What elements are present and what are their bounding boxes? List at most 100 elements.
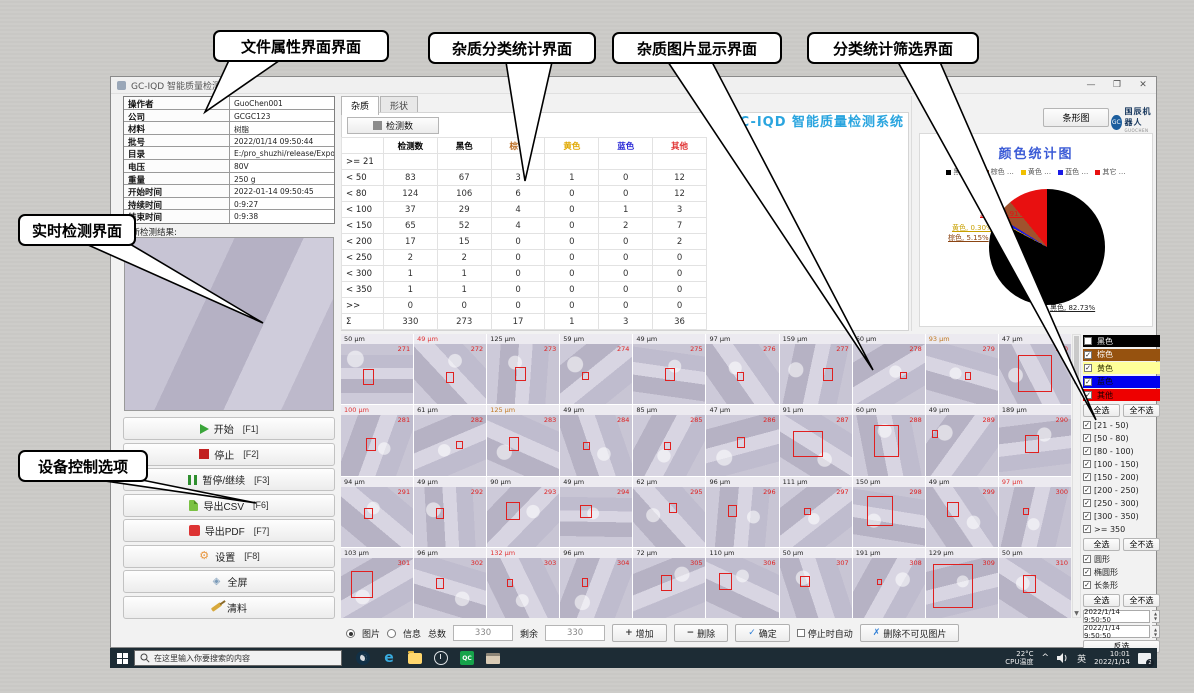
weather-taskbar-icon[interactable] [356, 651, 370, 665]
size-filter[interactable]: ✓[250 - 300) [1083, 497, 1160, 509]
size-filter[interactable]: ✓[150 - 200) [1083, 471, 1160, 483]
impurity-cell[interactable]: 50 μm307 [780, 548, 852, 618]
control-button-stop[interactable]: 停止[F2] [123, 443, 335, 466]
control-button-pdf[interactable]: 导出PDF[F7] [123, 519, 335, 542]
datetime-start-spinner[interactable]: ▲▼ [1152, 610, 1160, 623]
maximize-button[interactable]: ❐ [1104, 77, 1130, 93]
color-filter-row[interactable]: 黄色✓ [1083, 362, 1160, 374]
qc-app-icon[interactable]: QC [460, 651, 474, 665]
impurity-cell[interactable]: 125 μm273 [487, 334, 559, 404]
confirm-button[interactable]: ✓确定 [735, 624, 790, 642]
impurity-cell[interactable]: 62 μm295 [633, 477, 705, 547]
impurity-cell[interactable]: 49 μm289 [926, 405, 998, 475]
grid-scrollbar[interactable]: ▼ [1072, 334, 1081, 618]
auto-on-stop-checkbox[interactable]: ✓停止时自动 [797, 627, 853, 640]
impurity-cell[interactable]: 125 μm283 [487, 405, 559, 475]
color-filter-checkbox[interactable]: ✓ [1084, 351, 1092, 359]
shape-filter[interactable]: ✓椭圆形 [1083, 566, 1160, 578]
close-button[interactable]: ✕ [1130, 77, 1156, 93]
size-filter[interactable]: ✓[100 - 150) [1083, 458, 1160, 470]
cpu-temp-indicator[interactable]: 22°CCPU温度 [1005, 650, 1033, 666]
impurity-cell[interactable]: 97 μm300 [999, 477, 1071, 547]
impurity-cell[interactable]: 90 μm293 [487, 477, 559, 547]
color-filter-row[interactable]: 棕色✓ [1083, 349, 1160, 361]
impurity-cell[interactable]: 49 μm294 [560, 477, 632, 547]
scrollbar-down-arrow[interactable]: ▼ [1073, 610, 1080, 617]
size-filter-checkbox[interactable]: ✓ [1083, 460, 1091, 468]
datetime-start-field[interactable]: 2022/1/14 9:50:50 [1083, 610, 1150, 623]
info-radio[interactable] [387, 629, 396, 638]
bar-chart-button[interactable]: 条形图 [1043, 108, 1109, 127]
size-filter-checkbox[interactable]: ✓ [1083, 421, 1091, 429]
impurity-cell[interactable]: 103 μm301 [341, 548, 413, 618]
impurity-cell[interactable]: 110 μm306 [706, 548, 778, 618]
control-button-pause[interactable]: 暂停/继续[F3] [123, 468, 335, 491]
impurity-cell[interactable]: 72 μm305 [633, 548, 705, 618]
datetime-end-field[interactable]: 2022/1/14 9:50:50 [1083, 625, 1150, 638]
datetime-end-spinner[interactable]: ▲▼ [1152, 625, 1160, 638]
volume-icon[interactable] [1057, 653, 1069, 663]
tray-expand-icon[interactable]: ^ [1042, 653, 1050, 663]
impurity-cell[interactable]: 49 μm292 [414, 477, 486, 547]
add-button[interactable]: +增加 [612, 624, 667, 642]
impurity-cell[interactable]: 85 μm285 [633, 405, 705, 475]
total-input[interactable]: 330 [453, 625, 513, 641]
color-select-none-button[interactable]: 全不选 [1123, 404, 1160, 417]
impurity-cell[interactable]: 93 μm279 [926, 334, 998, 404]
size-filter[interactable]: ✓[300 - 350) [1083, 510, 1160, 522]
impurity-cell[interactable]: 96 μm296 [706, 477, 778, 547]
shape-filter-checkbox[interactable]: ✓ [1083, 555, 1091, 563]
impurity-cell[interactable]: 132 μm303 [487, 548, 559, 618]
start-button[interactable] [110, 648, 134, 668]
file-explorer-icon[interactable] [408, 653, 422, 664]
impurity-cell[interactable]: 47 μm280 [999, 334, 1071, 404]
control-button-diamond[interactable]: ◈全屏 [123, 570, 335, 593]
impurity-cell[interactable]: 159 μm277 [780, 334, 852, 404]
control-button-gear[interactable]: ⚙设置[F8] [123, 545, 335, 568]
impurity-cell[interactable]: 96 μm302 [414, 548, 486, 618]
impurity-cell[interactable]: 49 μm299 [926, 477, 998, 547]
impurity-cell[interactable]: 59 μm274 [560, 334, 632, 404]
delete-hidden-button[interactable]: ✗删除不可见图片 [860, 624, 960, 642]
color-filter-row[interactable]: 蓝色✓ [1083, 376, 1160, 388]
size-filter[interactable]: ✓[50 - 80) [1083, 432, 1160, 444]
impurity-cell[interactable]: 100 μm281 [341, 405, 413, 475]
input-language-indicator[interactable]: 英 [1077, 652, 1086, 665]
size-filter[interactable]: ✓>= 350 [1083, 523, 1160, 535]
color-filter-checkbox[interactable]: ✓ [1084, 364, 1092, 372]
notification-center-icon[interactable]: 2 [1138, 653, 1151, 664]
impurity-cell[interactable]: 61 μm282 [414, 405, 486, 475]
shape-filter-checkbox[interactable]: ✓ [1083, 568, 1091, 576]
impurity-cell[interactable]: 91 μm287 [780, 405, 852, 475]
impurity-cell[interactable]: 49 μm272 [414, 334, 486, 404]
impurity-cell[interactable]: 49 μm275 [633, 334, 705, 404]
shape-filter[interactable]: ✓圆形 [1083, 553, 1160, 565]
clock-indicator[interactable]: 10:012022/1/14 [1094, 650, 1130, 666]
shape-filter-checkbox[interactable]: ✓ [1083, 581, 1091, 589]
impurity-cell[interactable]: 60 μm288 [853, 405, 925, 475]
detect-count-button[interactable]: 检测数 [347, 117, 439, 134]
control-button-doc[interactable]: 导出CSV[F6] [123, 494, 335, 517]
color-filter-row[interactable]: 其他✓ [1083, 389, 1160, 401]
tab-impurity[interactable]: 杂质 [341, 96, 379, 115]
delete-button[interactable]: −删除 [674, 624, 729, 642]
impurity-cell[interactable]: 50 μm271 [341, 334, 413, 404]
image-radio[interactable] [346, 629, 355, 638]
size-filter[interactable]: ✓[200 - 250) [1083, 484, 1160, 496]
impurity-cell[interactable]: 47 μm286 [706, 405, 778, 475]
shape-select-all-button[interactable]: 全选 [1083, 594, 1120, 607]
size-filter-checkbox[interactable]: ✓ [1083, 486, 1091, 494]
size-filter-checkbox[interactable]: ✓ [1083, 447, 1091, 455]
color-filter-checkbox[interactable]: ✓ [1084, 378, 1092, 386]
size-filter[interactable]: ✓[80 - 100) [1083, 445, 1160, 457]
impurity-cell[interactable]: 129 μm309 [926, 548, 998, 618]
size-filter-checkbox[interactable]: ✓ [1083, 512, 1091, 520]
size-filter-checkbox[interactable]: ✓ [1083, 525, 1091, 533]
impurity-cell[interactable]: 150 μm298 [853, 477, 925, 547]
size-filter-checkbox[interactable]: ✓ [1083, 473, 1091, 481]
control-button-play[interactable]: 开始[F1] [123, 417, 335, 440]
impurity-cell[interactable]: 111 μm297 [780, 477, 852, 547]
shape-select-none-button[interactable]: 全不选 [1123, 594, 1160, 607]
size-filter-checkbox[interactable]: ✓ [1083, 434, 1091, 442]
impurity-cell[interactable]: 50 μm310 [999, 548, 1071, 618]
